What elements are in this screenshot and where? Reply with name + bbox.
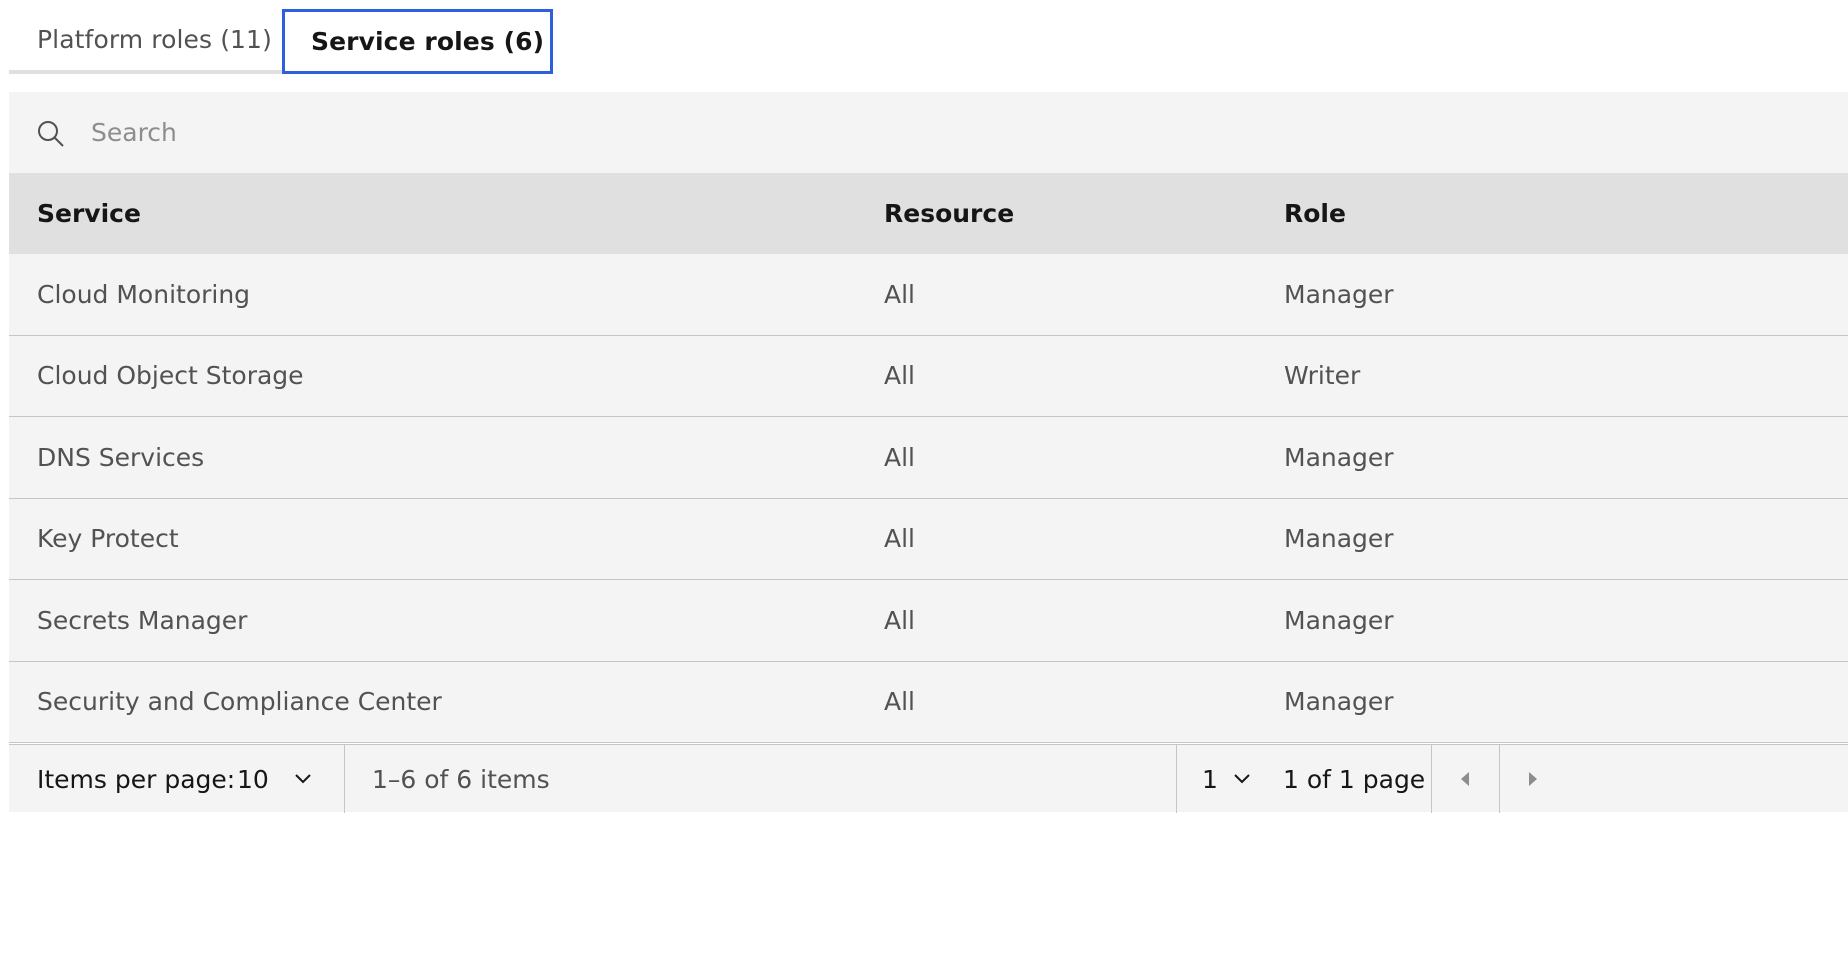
cell-role: Manager [1284, 605, 1394, 635]
cell-role: Writer [1284, 361, 1361, 391]
chevron-down-icon [295, 774, 311, 784]
caret-left-icon [1461, 772, 1469, 786]
table-header: Service Resource Role [9, 173, 1848, 254]
search-icon [38, 121, 64, 147]
search-input[interactable] [65, 92, 1765, 173]
table-row: Cloud Monitoring All Manager [9, 254, 1848, 336]
tab-service-roles-label: Service roles (6) [311, 27, 545, 56]
page-number-select[interactable]: 1 [1202, 745, 1262, 813]
cell-service: Key Protect [37, 524, 179, 554]
next-page-button[interactable] [1500, 745, 1566, 813]
cell-role: Manager [1284, 687, 1394, 717]
tab-service-roles[interactable]: Service roles (6) [282, 9, 553, 74]
cell-resource: All [884, 687, 915, 717]
table-row: Cloud Object Storage All Writer [9, 335, 1848, 417]
items-per-page-select[interactable]: 10 [237, 745, 337, 813]
chevron-down-icon [1234, 774, 1250, 784]
cell-resource: All [884, 279, 915, 309]
caret-right-icon [1529, 772, 1537, 786]
cell-service: Cloud Object Storage [37, 361, 304, 391]
service-roles-table: Service Resource Role Cloud Monitoring A… [9, 173, 1848, 743]
cell-resource: All [884, 361, 915, 391]
role-tabs: Platform roles (11) Service roles (6) [9, 0, 1848, 92]
table-search [9, 92, 1848, 173]
pagination: Items per page: 10 1–6 of 6 items 1 1 of… [9, 744, 1848, 813]
cell-service: Cloud Monitoring [37, 279, 251, 309]
divider [1176, 745, 1177, 813]
table-row: Security and Compliance Center All Manag… [9, 661, 1848, 743]
tab-platform-roles[interactable]: Platform roles (11) [9, 9, 282, 74]
table-row: Key Protect All Manager [9, 498, 1848, 580]
cell-role: Manager [1284, 442, 1394, 472]
items-per-page-label: Items per page: [37, 764, 236, 794]
cell-service: Security and Compliance Center [37, 687, 442, 717]
divider [344, 745, 345, 813]
items-per-page-value: 10 [237, 764, 269, 794]
page-of-text: 1 of 1 page [1283, 764, 1426, 794]
items-range-text: 1–6 of 6 items [372, 764, 550, 794]
cell-role: Manager [1284, 279, 1394, 309]
table-row: DNS Services All Manager [9, 417, 1848, 499]
previous-page-button[interactable] [1432, 745, 1498, 813]
tab-platform-roles-label: Platform roles (11) [37, 25, 272, 54]
cell-resource: All [884, 524, 915, 554]
page-number-value: 1 [1202, 764, 1218, 794]
cell-resource: All [884, 605, 915, 635]
cell-service: Secrets Manager [37, 605, 248, 635]
column-header-resource: Resource [884, 199, 1015, 228]
cell-resource: All [884, 442, 915, 472]
cell-service: DNS Services [37, 442, 205, 472]
cell-role: Manager [1284, 524, 1394, 554]
column-header-service: Service [37, 199, 141, 228]
table-row: Secrets Manager All Manager [9, 580, 1848, 662]
column-header-role: Role [1284, 199, 1346, 228]
service-roles-panel: Platform roles (11) Service roles (6) Se… [9, 0, 1848, 813]
